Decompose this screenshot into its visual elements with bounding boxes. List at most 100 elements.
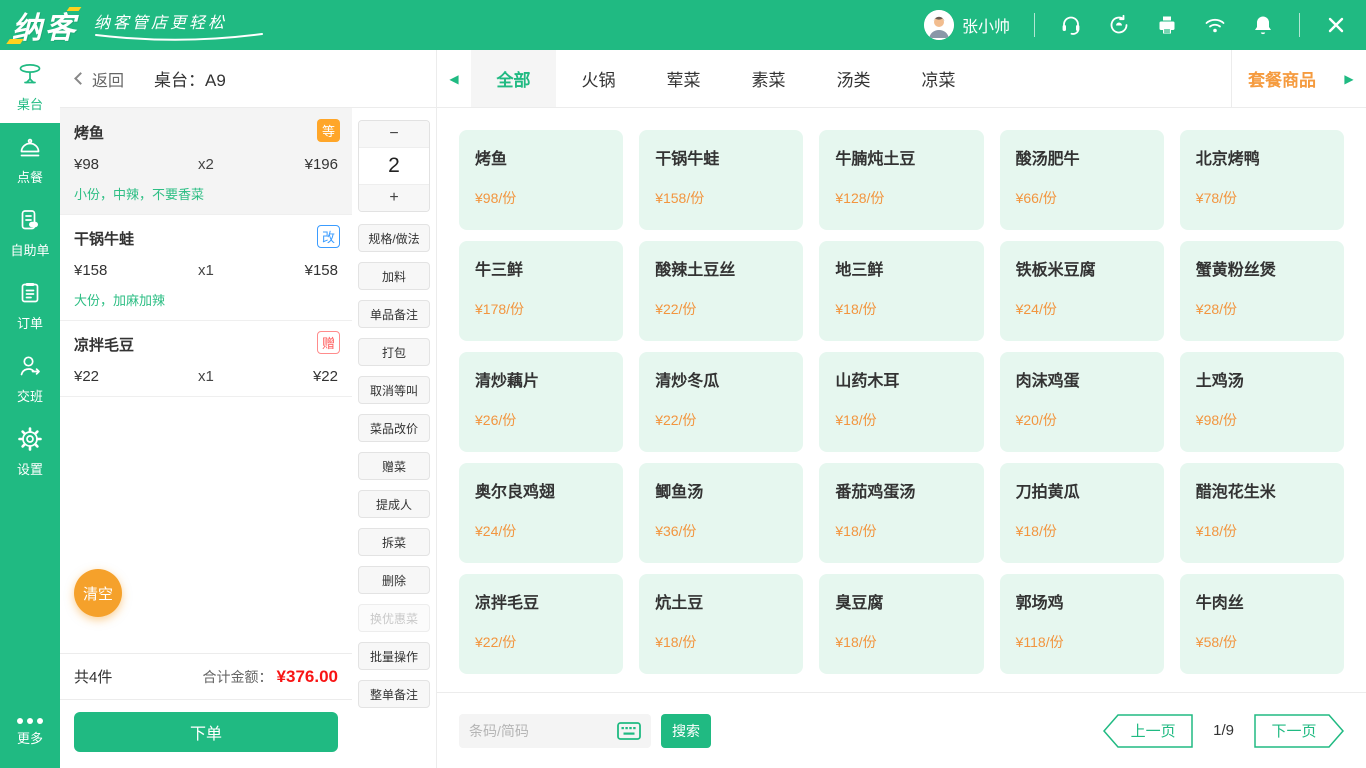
sidebar-item-self-order[interactable]: 自助单 xyxy=(0,196,60,269)
pagination: 上一页 1/9 下一页 xyxy=(1103,714,1344,748)
spec-method-button[interactable]: 规格/做法 xyxy=(358,224,430,252)
menu-item-card[interactable]: 干锅牛蛙¥158/份 xyxy=(639,130,803,230)
order-item[interactable]: 干锅牛蛙 改 ¥158 x1 ¥158 大份，加麻加辣 xyxy=(60,215,352,321)
menu-item-card[interactable]: 臭豆腐¥18/份 xyxy=(819,574,983,674)
menu-item-price: ¥18/份 xyxy=(655,632,787,652)
menu-item-card[interactable]: 郭场鸡¥118/份 xyxy=(1000,574,1164,674)
menu-item-card[interactable]: 清炒藕片¥26/份 xyxy=(459,352,623,452)
next-page-button[interactable]: 下一页 xyxy=(1254,714,1344,748)
menu-item-card[interactable]: 清炒冬瓜¥22/份 xyxy=(639,352,803,452)
order-item-total: ¥196 xyxy=(268,156,338,173)
sidebar-item-order-food[interactable]: 点餐 xyxy=(0,123,60,196)
user-chip[interactable]: 张小帅 xyxy=(924,10,1010,40)
gift-badge: 赠 xyxy=(317,331,340,354)
tab-all[interactable]: 全部 xyxy=(471,50,556,107)
sidebar-item-settings[interactable]: 设置 xyxy=(0,415,60,488)
order-item[interactable]: 烤鱼 等 ¥98 x2 ¥196 小份，中辣，不要香菜 xyxy=(60,109,352,215)
menu-item-card[interactable]: 蟹黄粉丝煲¥28/份 xyxy=(1180,241,1344,341)
menu-item-name: 牛三鲜 xyxy=(475,256,607,280)
menu-item-card[interactable]: 地三鲜¥18/份 xyxy=(819,241,983,341)
category-tabs: ◀ 全部 火锅 荤菜 素菜 汤类 凉菜 套餐商品 ▶ xyxy=(436,50,1366,107)
delete-item-button[interactable]: 删除 xyxy=(358,566,430,594)
menu-item-card[interactable]: 肉沫鸡蛋 ¥20/份 xyxy=(1000,352,1164,452)
clear-order-button[interactable]: 清空 xyxy=(74,569,122,617)
printer-icon[interactable] xyxy=(1155,13,1179,37)
sidebar-item-tables[interactable]: 桌台 xyxy=(0,50,60,123)
whole-order-remark-button[interactable]: 整单备注 xyxy=(358,680,430,708)
qty-plus-button[interactable]: + xyxy=(359,185,429,211)
gear-icon xyxy=(17,426,43,455)
menu-item-card[interactable]: 牛三鲜¥178/份 xyxy=(459,241,623,341)
menu-grid: 烤鱼¥98/份 干锅牛蛙¥158/份 牛腩炖土豆¥128/份 酸汤肥牛¥66/份… xyxy=(437,108,1366,692)
tab-soup[interactable]: 汤类 xyxy=(811,50,896,107)
menu-item-card[interactable]: 炕土豆¥18/份 xyxy=(639,574,803,674)
combo-products-button[interactable]: 套餐商品 xyxy=(1231,50,1332,107)
order-items-list: 烤鱼 等 ¥98 x2 ¥196 小份，中辣，不要香菜 干锅牛蛙 改 xyxy=(60,108,352,653)
tab-hotpot[interactable]: 火锅 xyxy=(556,50,641,107)
sidebar-item-label: 更多 xyxy=(17,728,43,747)
change-price-button[interactable]: 菜品改价 xyxy=(358,414,430,442)
takeout-pack-button[interactable]: 打包 xyxy=(358,338,430,366)
menu-item-card[interactable]: 铁板米豆腐¥24/份 xyxy=(1000,241,1164,341)
menu-item-card[interactable]: 番茄鸡蛋汤¥18/份 xyxy=(819,463,983,563)
menu-item-price: ¥20/份 xyxy=(1016,410,1148,430)
menu-item-name: 奥尔良鸡翅 xyxy=(475,478,607,502)
close-icon[interactable] xyxy=(1324,13,1348,37)
split-dish-button[interactable]: 拆菜 xyxy=(358,528,430,556)
cancel-wait-call-button[interactable]: 取消等叫 xyxy=(358,376,430,404)
menu-item-name: 醋泡花生米 xyxy=(1196,478,1328,502)
customer-service-icon[interactable] xyxy=(1059,13,1083,37)
menu-item-name: 山药木耳 xyxy=(835,367,967,391)
order-item-note: 大份，加麻加辣 xyxy=(74,290,338,309)
menu-item-card[interactable]: 山药木耳¥18/份 xyxy=(819,352,983,452)
item-remark-button[interactable]: 单品备注 xyxy=(358,300,430,328)
tabs-scroll-right-icon[interactable]: ▶ xyxy=(1332,50,1366,107)
submit-order-button[interactable]: 下单 xyxy=(74,712,338,752)
menu-item-price: ¥18/份 xyxy=(1016,521,1148,541)
menu-item-card[interactable]: 刀拍黄瓜¥18/份 xyxy=(1000,463,1164,563)
menu-item-card[interactable]: 北京烤鸭¥78/份 xyxy=(1180,130,1344,230)
wifi-icon[interactable] xyxy=(1203,13,1227,37)
menu-item-card[interactable]: 土鸡汤¥98/份 xyxy=(1180,352,1344,452)
order-list-icon xyxy=(17,280,43,309)
menu-item-price: ¥18/份 xyxy=(835,632,967,652)
search-button[interactable]: 搜索 xyxy=(661,714,711,748)
gift-dish-button[interactable]: 赠菜 xyxy=(358,452,430,480)
cloud-sync-icon[interactable] xyxy=(1107,13,1131,37)
order-item[interactable]: 凉拌毛豆 赠 ¥22 x1 ¥22 xyxy=(60,321,352,397)
self-order-receipt-icon xyxy=(17,207,43,236)
tab-cold-dish[interactable]: 凉菜 xyxy=(896,50,981,107)
tab-vegetable[interactable]: 素菜 xyxy=(726,50,811,107)
menu-item-card[interactable]: 醋泡花生米¥18/份 xyxy=(1180,463,1344,563)
tabs-scroll-left-icon[interactable]: ◀ xyxy=(437,50,471,107)
prev-page-button[interactable]: 上一页 xyxy=(1103,714,1193,748)
chevron-left-icon xyxy=(74,72,87,85)
sidebar-item-orders[interactable]: 订单 xyxy=(0,269,60,342)
menu-item-card[interactable]: 牛肉丝¥58/份 xyxy=(1180,574,1344,674)
tab-meat[interactable]: 荤菜 xyxy=(641,50,726,107)
keyboard-icon[interactable] xyxy=(617,721,643,741)
sidebar-item-more[interactable]: 更多 xyxy=(0,696,60,768)
menu-item-card[interactable]: 牛腩炖土豆¥128/份 xyxy=(819,130,983,230)
back-button[interactable]: 返回 xyxy=(60,50,140,107)
menu-item-name: 肉沫鸡蛋 xyxy=(1016,367,1148,391)
menu-item-name: 牛腩炖土豆 xyxy=(835,145,967,169)
batch-operation-button[interactable]: 批量操作 xyxy=(358,642,430,670)
sidebar-item-shift[interactable]: 交班 xyxy=(0,342,60,415)
menu-item-card[interactable]: 奥尔良鸡翅¥24/份 xyxy=(459,463,623,563)
add-ingredient-button[interactable]: 加料 xyxy=(358,262,430,290)
order-item-qty: x2 xyxy=(198,156,268,173)
menu-item-card[interactable]: 酸辣土豆丝¥22/份 xyxy=(639,241,803,341)
menu-item-card[interactable]: 凉拌毛豆¥22/份 xyxy=(459,574,623,674)
menu-item-card[interactable]: 酸汤肥牛¥66/份 xyxy=(1000,130,1164,230)
commission-person-button[interactable]: 提成人 xyxy=(358,490,430,518)
order-item-name: 凉拌毛豆 xyxy=(74,334,338,355)
search-box xyxy=(459,714,651,748)
menu-item-name: 酸汤肥牛 xyxy=(1016,145,1148,169)
search-input[interactable] xyxy=(469,723,617,739)
menu-item-card[interactable]: 烤鱼¥98/份 xyxy=(459,130,623,230)
menu-item-card[interactable]: 鲫鱼汤¥36/份 xyxy=(639,463,803,563)
qty-minus-button[interactable]: − xyxy=(359,121,429,147)
menu-item-name: 北京烤鸭 xyxy=(1196,145,1328,169)
bell-icon[interactable] xyxy=(1251,13,1275,37)
